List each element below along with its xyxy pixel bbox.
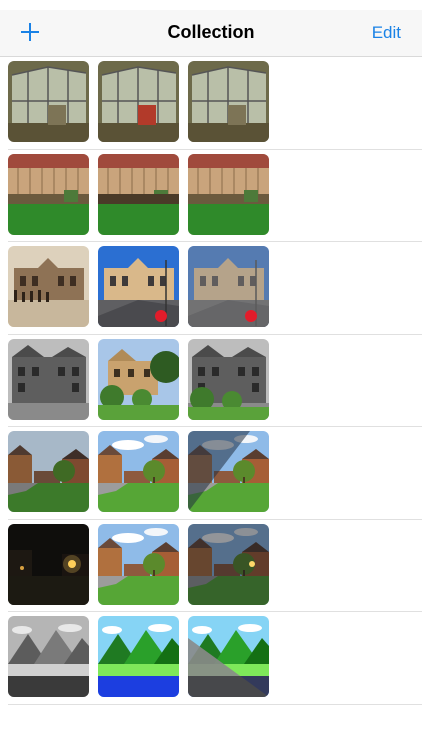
thumbnail-image[interactable] <box>188 431 269 512</box>
collection-row <box>8 335 422 427</box>
thumbnail-image[interactable] <box>98 154 179 235</box>
thumbnail-image[interactable] <box>8 616 89 697</box>
thumbnail-image[interactable] <box>98 431 179 512</box>
thumbnail-image[interactable] <box>98 61 179 142</box>
thumbnail-image[interactable] <box>98 339 179 420</box>
collection-grid <box>0 57 422 705</box>
thumbnail-image[interactable] <box>8 61 89 142</box>
collection-row <box>8 612 422 705</box>
thumbnail-image[interactable] <box>8 339 89 420</box>
page-title: Collection <box>167 22 255 42</box>
thumbnail-image[interactable] <box>188 523 269 605</box>
thumbnail-image[interactable] <box>98 246 179 327</box>
collection-row <box>8 242 422 335</box>
thumbnail-image[interactable] <box>188 154 269 235</box>
edit-button[interactable]: Edit <box>372 23 401 43</box>
thumbnail-image[interactable] <box>188 246 269 327</box>
thumbnail-image[interactable] <box>188 339 269 420</box>
collection-row <box>8 57 422 150</box>
thumbnail-image[interactable] <box>8 154 89 235</box>
thumbnail-image[interactable] <box>188 61 269 142</box>
navigation-bar: Collection Edit <box>0 10 422 57</box>
thumbnail-image[interactable] <box>8 431 89 512</box>
thumbnail-image[interactable] <box>8 524 89 605</box>
thumbnail-image[interactable] <box>98 524 179 605</box>
collection-row <box>8 520 422 612</box>
thumbnail-image[interactable] <box>98 616 179 697</box>
thumbnail-image[interactable] <box>188 616 269 697</box>
collection-row <box>8 150 422 242</box>
thumbnail-image[interactable] <box>8 246 89 327</box>
collection-row <box>8 427 422 520</box>
